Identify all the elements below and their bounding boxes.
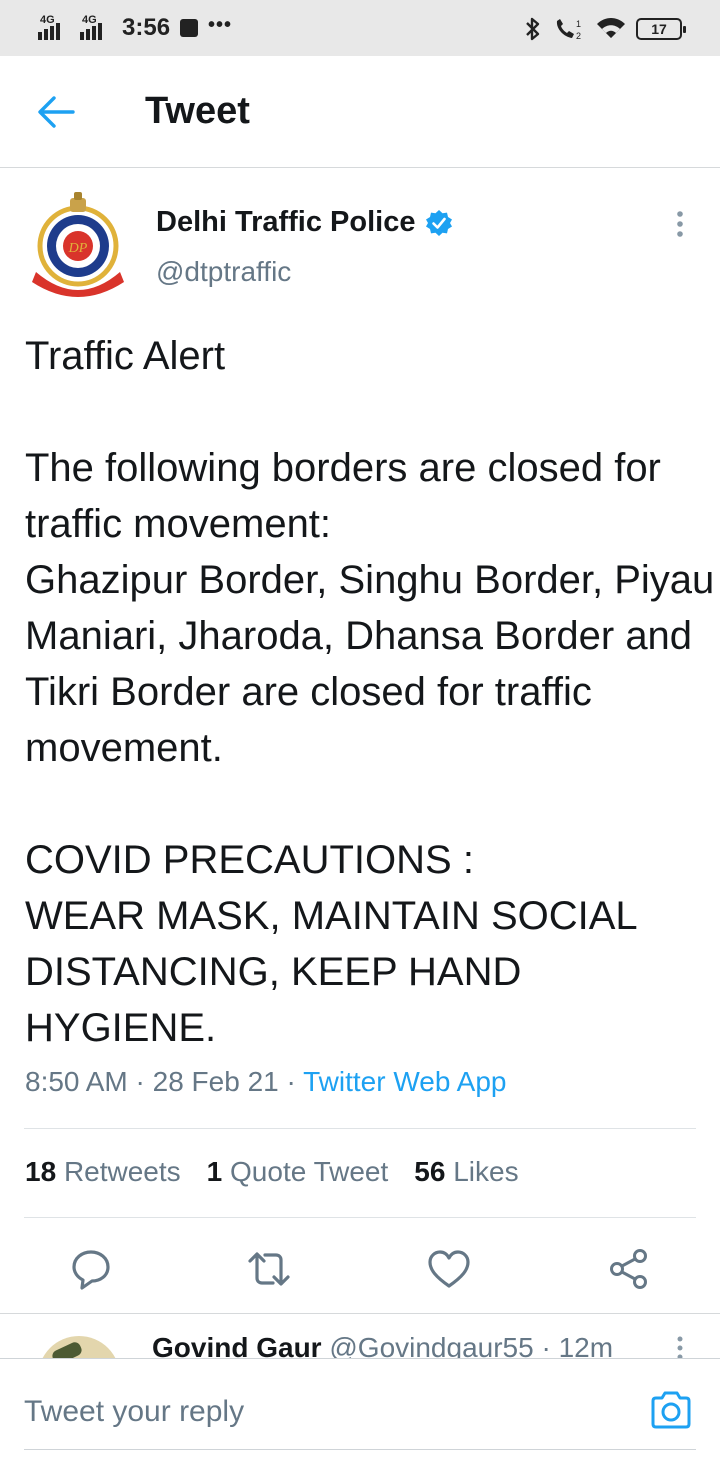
svg-text:1: 1 — [576, 19, 581, 29]
quotes-label: Quote Tweet — [230, 1156, 389, 1187]
status-time: 3:56 — [122, 14, 171, 41]
quotes-stat[interactable]: 1 Quote Tweet — [207, 1156, 389, 1188]
tweet-date: 28 Feb 21 — [152, 1066, 279, 1097]
tweet-actions — [0, 1232, 720, 1302]
divider — [24, 1128, 696, 1129]
retweets-label: Retweets — [63, 1156, 181, 1187]
divider — [24, 1217, 696, 1218]
likes-count: 56 — [414, 1156, 446, 1187]
status-bar-left: 4G 4G 3:56 ••• — [38, 12, 232, 44]
tweet-stats: 18 Retweets 1 Quote Tweet 56 Likes — [25, 1156, 519, 1188]
reply-age: 12m — [558, 1332, 614, 1358]
arrow-left-icon — [38, 96, 75, 128]
wifi-icon — [597, 18, 625, 38]
verified-badge-icon — [426, 209, 453, 236]
reply-preview[interactable]: Govind Gaur @Govindgaur55 · 12m — [0, 1314, 720, 1358]
meta-separator: · — [135, 1066, 145, 1097]
wifi-calling-icon: 12 — [556, 19, 581, 41]
author-name-text: Delhi Traffic Police — [156, 206, 416, 238]
svg-text:2: 2 — [576, 31, 581, 41]
like-icon[interactable] — [426, 1246, 472, 1292]
tweet-meta: 8:50 AM · 28 Feb 21 · Twitter Web App — [25, 1066, 506, 1098]
reply-input[interactable] — [24, 1369, 624, 1455]
top-app-bar: Tweet — [0, 56, 720, 168]
reply-underline — [24, 1449, 696, 1450]
reply-avatar[interactable] — [38, 1336, 120, 1358]
reply-author-name: Govind Gaur — [152, 1332, 322, 1358]
tweet-time: 8:50 AM — [25, 1066, 128, 1097]
status-bar: 4G 4G 3:56 ••• 12 17 — [0, 0, 720, 56]
tweet-author: DP Delhi Traffic Police @dtptraffic — [0, 168, 720, 308]
author-handle[interactable]: @dtptraffic — [156, 256, 291, 288]
quotes-count: 1 — [206, 1156, 223, 1187]
meta-separator: · — [286, 1066, 296, 1097]
reply-icon[interactable] — [68, 1246, 114, 1292]
status-bar-right: 12 17 — [524, 14, 686, 44]
battery-icon: 17 — [636, 18, 686, 40]
share-icon[interactable] — [606, 1246, 652, 1292]
battery-level: 17 — [651, 21, 667, 37]
tweet-source-link[interactable]: Twitter Web App — [303, 1066, 506, 1097]
retweets-count: 18 — [25, 1156, 57, 1187]
avatar[interactable]: DP — [24, 190, 132, 298]
more-options-button[interactable] — [666, 1334, 694, 1358]
reply-meta-separator: · — [541, 1332, 551, 1358]
back-button[interactable] — [30, 86, 82, 138]
tweet-text: Traffic Alert The following borders are … — [25, 334, 715, 1050]
likes-label: Likes — [453, 1156, 519, 1187]
reply-author-handle: @Govindgaur55 — [329, 1332, 534, 1358]
svg-text:DP: DP — [68, 241, 88, 256]
notification-square-icon — [180, 19, 199, 37]
camera-icon[interactable] — [648, 1387, 694, 1433]
signal-icon: 4G — [80, 14, 112, 42]
reply-author: Govind Gaur @Govindgaur55 · 12m — [152, 1332, 613, 1358]
page-title: Tweet — [145, 90, 250, 132]
reply-bar — [0, 1358, 720, 1460]
author-name[interactable]: Delhi Traffic Police — [156, 206, 453, 239]
signal-icon: 4G — [38, 14, 70, 42]
more-options-button[interactable] — [664, 208, 696, 240]
retweets-stat[interactable]: 18 Retweets — [25, 1156, 181, 1188]
likes-stat[interactable]: 56 Likes — [414, 1156, 518, 1188]
retweet-icon[interactable] — [246, 1246, 292, 1292]
bluetooth-icon — [526, 17, 540, 41]
overflow-dots: ••• — [208, 13, 233, 36]
